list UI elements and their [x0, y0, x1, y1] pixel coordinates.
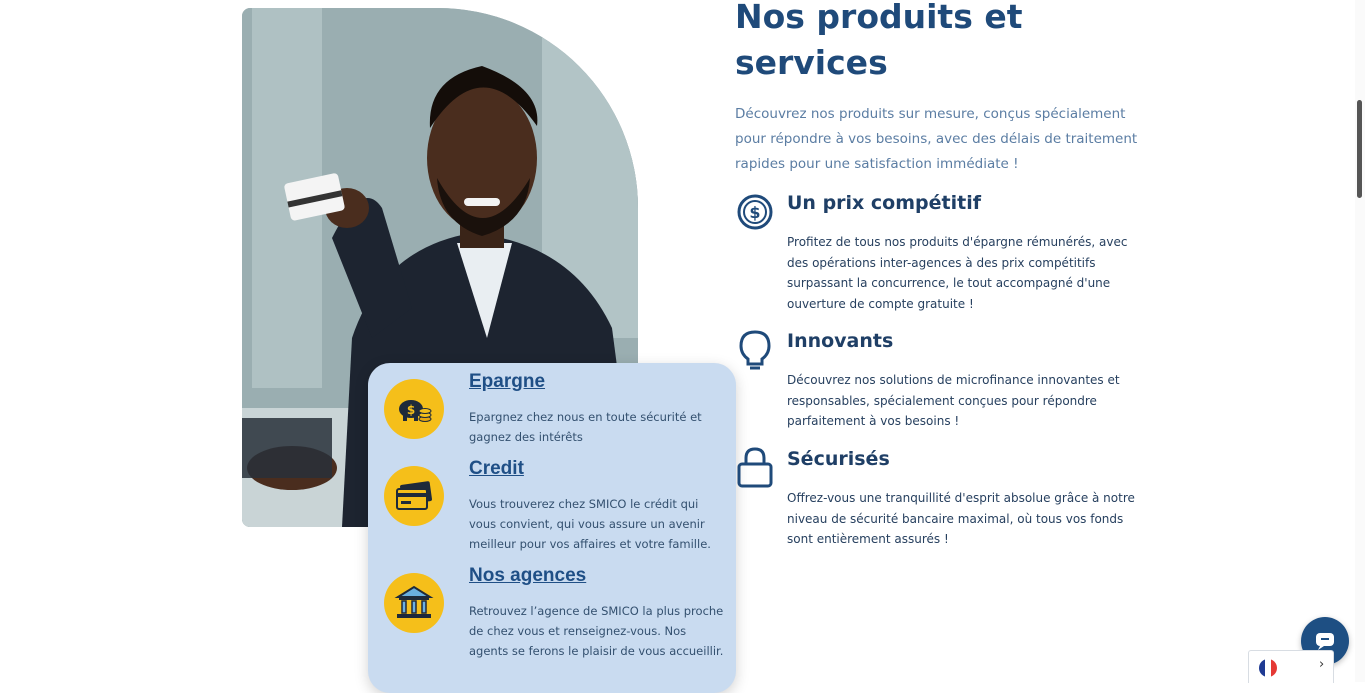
- nos-agences-description: Retrouvez l’agence de SMICO la plus proc…: [469, 604, 724, 658]
- page-scrollbar[interactable]: [1355, 0, 1365, 682]
- feature-desc-prix: Profitez de tous nos produits d'épargne …: [787, 235, 1128, 311]
- feature-desc-innovants: Découvrez nos solutions de microfinance …: [787, 373, 1120, 428]
- scrollbar-thumb[interactable]: [1357, 100, 1362, 198]
- svg-text:$: $: [407, 403, 415, 417]
- bank-building-icon: [384, 573, 444, 633]
- piggy-bank-icon: $: [384, 379, 444, 439]
- credit-card-icon: [384, 466, 444, 526]
- epargne-description: Epargnez chez nous en toute sécurité et …: [469, 410, 702, 444]
- feature-desc-securises: Offrez-vous une tranquillité d'esprit ab…: [787, 491, 1135, 546]
- lock-icon: [735, 446, 775, 488]
- section-intro: Découvrez nos produits sur mesure, conçu…: [735, 106, 1138, 172]
- feature-title-prix: Un prix compétitif: [787, 192, 981, 214]
- dollar-circle-icon: $: [735, 192, 775, 232]
- france-flag-icon: [1259, 659, 1277, 677]
- credit-description: Vous trouverez chez SMICO le crédit qui …: [469, 497, 711, 551]
- credit-link[interactable]: Credit: [469, 458, 524, 480]
- lightbulb-icon: [735, 328, 775, 370]
- svg-text:$: $: [749, 203, 760, 222]
- feature-title-securises: Sécurisés: [787, 448, 890, 470]
- chat-bubble-icon: [1316, 633, 1334, 650]
- feature-title-innovants: Innovants: [787, 330, 894, 352]
- language-selector[interactable]: ›: [1248, 650, 1334, 683]
- section-title: Nos produits et services: [735, 0, 1023, 82]
- nos-agences-link[interactable]: Nos agences: [469, 565, 586, 587]
- epargne-link[interactable]: Epargne: [469, 371, 545, 393]
- services-card: $ Epargne Epargnez chez nous en toute sé…: [368, 363, 736, 693]
- chevron-right-icon: ›: [1319, 657, 1325, 672]
